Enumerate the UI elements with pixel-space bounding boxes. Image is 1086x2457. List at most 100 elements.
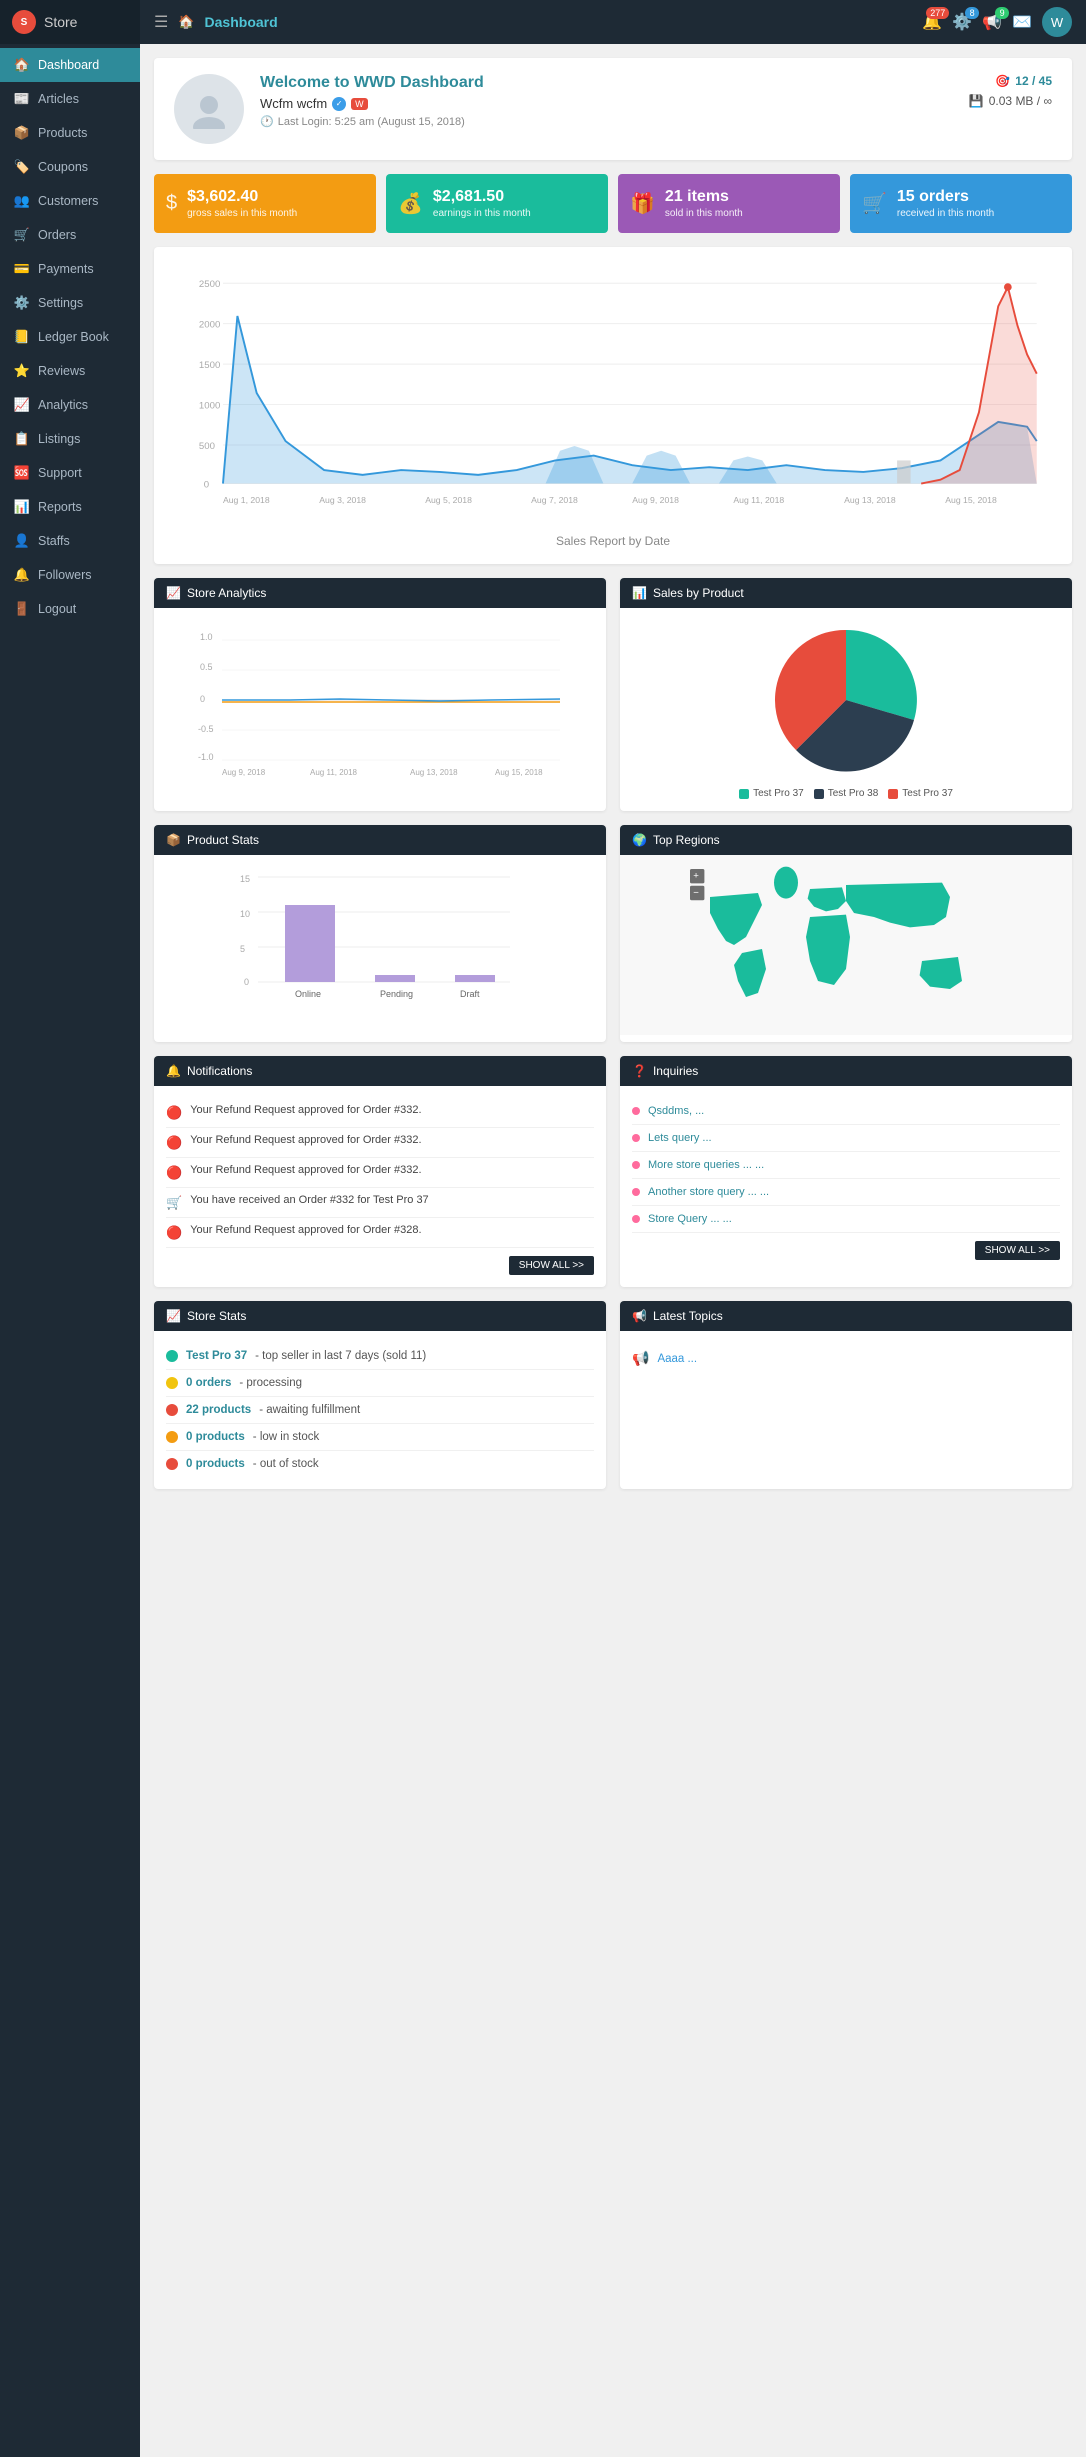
sidebar-item-dashboard[interactable]: 🏠Dashboard — [0, 48, 140, 82]
store-stat-link-3[interactable]: 0 products — [186, 1431, 245, 1443]
svg-text:+: + — [693, 871, 699, 882]
sidebar-item-products[interactable]: 📦Products — [0, 116, 140, 150]
stats-row: $ $3,602.40 gross sales in this month 💰 … — [154, 174, 1072, 233]
messages-badge[interactable]: ✉️ — [1012, 12, 1032, 32]
analytics-icon: 📈 — [166, 586, 181, 600]
nav-label-customers: Customers — [38, 194, 98, 208]
show-all-notifications-button[interactable]: SHOW ALL >> — [509, 1256, 594, 1275]
sidebar-item-orders[interactable]: 🛒Orders — [0, 218, 140, 252]
wcfm-badge: W — [351, 98, 368, 110]
svg-text:Aug 15, 2018: Aug 15, 2018 — [945, 495, 997, 505]
stat-label-0: gross sales in this month — [187, 208, 297, 219]
sales-chart: 2500 2000 1500 1000 500 0 Aug 1, 2018 Au… — [170, 263, 1056, 523]
inquiry-text-1[interactable]: Lets query ... — [648, 1132, 712, 1144]
nav-icon-settings: ⚙️ — [14, 295, 30, 311]
nav-icon-payments: 💳 — [14, 261, 30, 277]
inquiries-body: Qsddms, ... Lets query ... More store quer… — [620, 1086, 1072, 1272]
settings-badge[interactable]: ⚙️ 8 — [952, 12, 972, 32]
sidebar-item-support[interactable]: 🆘 Support — [0, 456, 140, 490]
announcements-badge[interactable]: 📢 9 — [982, 12, 1002, 32]
store-stat-item-2: 22 products - awaiting fulfillment — [166, 1397, 594, 1424]
messages-icon: ✉️ — [1012, 14, 1032, 31]
nav-label-support: Support — [38, 466, 82, 480]
sidebar-item-coupons[interactable]: 🏷️Coupons — [0, 150, 140, 184]
sidebar-item-logout[interactable]: 🚪Logout — [0, 592, 140, 626]
stat-value-1: $2,681.50 — [433, 188, 531, 206]
svg-text:Aug 11, 2018: Aug 11, 2018 — [310, 768, 358, 777]
sidebar-item-listings[interactable]: 📋Listings — [0, 422, 140, 456]
sidebar-item-customers[interactable]: 👥Customers — [0, 184, 140, 218]
legend-teal: Test Pro 37 — [739, 788, 804, 799]
nav-icon-support: 🆘 — [14, 465, 30, 481]
notification-item-1: 🔴Your Refund Request approved for Order … — [166, 1128, 594, 1158]
stat-info-2: 21 items sold in this month — [665, 188, 743, 219]
notifications-panel: 🔔 Notifications 🔴Your Refund Request app… — [154, 1056, 606, 1287]
svg-text:-0.5: -0.5 — [198, 724, 214, 734]
sidebar-item-followers[interactable]: 🔔Followers — [0, 558, 140, 592]
show-all-inquiries-button[interactable]: SHOW ALL >> — [975, 1241, 1060, 1260]
sidebar-item-reviews[interactable]: ⭐Reviews — [0, 354, 140, 388]
sidebar-item-ledger-book[interactable]: 📒Ledger Book — [0, 320, 140, 354]
notif-icon-4: 🔴 — [166, 1225, 182, 1241]
stat-value-0: $3,602.40 — [187, 188, 297, 206]
sales-by-product-title: Sales by Product — [653, 586, 744, 600]
store-stat-link-4[interactable]: 0 products — [186, 1458, 245, 1470]
topic-text-0[interactable]: Aaaa ... — [657, 1353, 697, 1365]
stat-icon-1: 💰 — [398, 191, 423, 216]
svg-text:Aug 11, 2018: Aug 11, 2018 — [733, 495, 784, 505]
store-analytics-title: Store Analytics — [187, 586, 266, 600]
svg-text:10: 10 — [240, 909, 250, 919]
notification-item-2: 🔴Your Refund Request approved for Order … — [166, 1158, 594, 1188]
analytics-chart: 1.0 0.5 0 -0.5 -1.0 Aug 9, 2018 — [166, 620, 594, 780]
stat-card-2: 🎁 21 items sold in this month — [618, 174, 840, 233]
nav-label-reviews: Reviews — [38, 364, 85, 378]
welcome-info: Welcome to WWD Dashboard Wcfm wcfm ✓ W 🕐… — [260, 74, 953, 128]
top-regions-body: + − — [620, 855, 1072, 1035]
user-avatar[interactable]: W — [1042, 7, 1072, 37]
nav-icon-analytics: 📈 — [14, 397, 30, 413]
inquiry-text-3[interactable]: Another store query ... ... — [648, 1186, 769, 1198]
store-stat-item-4: 0 products - out of stock — [166, 1451, 594, 1477]
inquiry-text-2[interactable]: More store queries ... ... — [648, 1159, 764, 1171]
store-stats-title: Store Stats — [187, 1309, 246, 1323]
nav-label-coupons: Coupons — [38, 160, 88, 174]
inquiry-dot-2 — [632, 1161, 640, 1169]
sidebar-item-settings[interactable]: ⚙️ Settings — [0, 286, 140, 320]
svg-text:Aug 9, 2018: Aug 9, 2018 — [222, 768, 266, 777]
sidebar-item-reports[interactable]: 📊Reports — [0, 490, 140, 524]
store-stat-link-2[interactable]: 22 products — [186, 1404, 251, 1416]
top-regions-header: 🌍 Top Regions — [620, 825, 1072, 855]
nav-icon-followers: 🔔 — [14, 567, 30, 583]
sales-by-product-header: 📊 Sales by Product — [620, 578, 1072, 608]
nav-label-payments: Payments — [38, 262, 94, 276]
store-stat-link-0[interactable]: Test Pro 37 — [186, 1350, 247, 1362]
inquiry-item-3: Another store query ... ... — [632, 1179, 1060, 1206]
inquiry-text-0[interactable]: Qsddms, ... — [648, 1105, 704, 1117]
nav-label-articles: Articles — [38, 92, 79, 106]
pie-icon: 📊 — [632, 586, 647, 600]
notif-text-3: You have received an Order #332 for Test… — [190, 1194, 429, 1206]
home-icon[interactable]: 🏠 — [178, 14, 194, 30]
legend-red: Test Pro 37 — [888, 788, 953, 799]
store-stats-header: 📈 Store Stats — [154, 1301, 606, 1331]
store-stats-body: Test Pro 37 - top seller in last 7 days … — [154, 1331, 606, 1489]
nav-icon-articles: 📰 — [14, 91, 30, 107]
notification-item-3: 🛒You have received an Order #332 for Tes… — [166, 1188, 594, 1218]
store-stat-link-1[interactable]: 0 orders — [186, 1377, 231, 1389]
store-stats-topics-row: 📈 Store Stats Test Pro 37 - top seller i… — [154, 1301, 1072, 1489]
store-stat-item-3: 0 products - low in stock — [166, 1424, 594, 1451]
sidebar-item-analytics[interactable]: 📈Analytics — [0, 388, 140, 422]
nav-label-reports: Reports — [38, 500, 82, 514]
stat-info-0: $3,602.40 gross sales in this month — [187, 188, 297, 219]
announcements-count: 9 — [995, 7, 1009, 19]
sidebar-item-staffs[interactable]: 👤Staffs — [0, 524, 140, 558]
latest-topics-header: 📢 Latest Topics — [620, 1301, 1072, 1331]
notif-text-4: Your Refund Request approved for Order #… — [190, 1224, 421, 1236]
svg-text:Aug 15, 2018: Aug 15, 2018 — [495, 768, 543, 777]
nav-label-settings: Settings — [38, 296, 83, 310]
notifications-bell[interactable]: 🔔 277 — [922, 12, 942, 32]
inquiry-text-4[interactable]: Store Query ... ... — [648, 1213, 732, 1225]
sidebar-item-payments[interactable]: 💳 Payments — [0, 252, 140, 286]
hamburger-icon[interactable]: ☰ — [154, 12, 168, 32]
sidebar-item-articles[interactable]: 📰 Articles — [0, 82, 140, 116]
